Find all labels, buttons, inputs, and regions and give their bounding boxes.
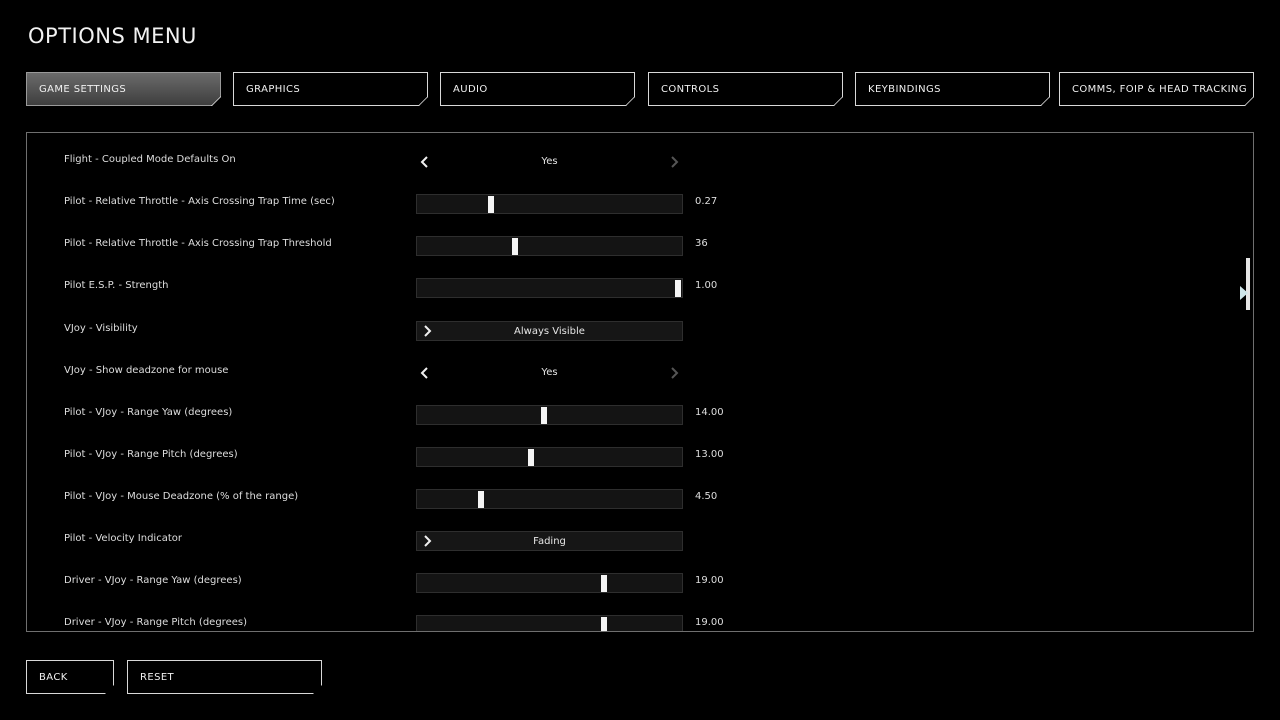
slider-value: 36 bbox=[695, 238, 708, 249]
setting-label: Pilot - Relative Throttle - Axis Crossin… bbox=[64, 196, 335, 207]
settings-panel: Flight - Coupled Mode Defaults On Yes Pi… bbox=[26, 132, 1254, 632]
slider-track[interactable] bbox=[416, 615, 683, 631]
setting-label: Flight - Coupled Mode Defaults On bbox=[64, 154, 236, 165]
tab-label: KEYBINDINGS bbox=[868, 83, 941, 95]
slider-track[interactable] bbox=[416, 447, 683, 467]
setting-row-driver-vjoy-range-pitch: Driver - VJoy - Range Pitch (degrees) 19… bbox=[27, 615, 1253, 631]
setting-row-relative-throttle-trap-threshold: Pilot - Relative Throttle - Axis Crossin… bbox=[27, 236, 1253, 256]
slider-track[interactable] bbox=[416, 236, 683, 256]
setting-label: Pilot - VJoy - Range Yaw (degrees) bbox=[64, 407, 233, 418]
tab-game-settings[interactable]: GAME SETTINGS bbox=[26, 72, 221, 106]
chevron-right-icon[interactable] bbox=[667, 155, 681, 169]
setting-row-vjoy-visibility: VJoy - Visibility Always Visible bbox=[27, 321, 1253, 341]
chevron-right-icon[interactable] bbox=[667, 366, 681, 380]
setting-row-driver-vjoy-range-yaw: Driver - VJoy - Range Yaw (degrees) 19.0… bbox=[27, 573, 1253, 593]
select-value: Always Visible bbox=[514, 326, 585, 337]
slider-thumb[interactable] bbox=[540, 407, 547, 424]
slider-thumb[interactable] bbox=[512, 238, 519, 255]
slider-thumb[interactable] bbox=[600, 617, 607, 631]
slider-track[interactable] bbox=[416, 489, 683, 509]
setting-row-pilot-velocity-indicator: Pilot - Velocity Indicator Fading bbox=[27, 531, 1253, 551]
panel-scrollbar[interactable] bbox=[1238, 132, 1254, 632]
slider-track[interactable] bbox=[416, 194, 683, 214]
tab-label: AUDIO bbox=[453, 83, 488, 95]
tab-label: CONTROLS bbox=[661, 83, 720, 95]
setting-row-pilot-vjoy-range-yaw: Pilot - VJoy - Range Yaw (degrees) 14.00 bbox=[27, 405, 1253, 425]
setting-row-flight-coupled-mode: Flight - Coupled Mode Defaults On Yes bbox=[27, 152, 1253, 172]
setting-row-relative-throttle-trap-time: Pilot - Relative Throttle - Axis Crossin… bbox=[27, 194, 1253, 214]
slider-thumb[interactable] bbox=[488, 196, 495, 213]
setting-row-pilot-vjoy-mouse-deadzone: Pilot - VJoy - Mouse Deadzone (% of the … bbox=[27, 489, 1253, 509]
slider-value: 1.00 bbox=[695, 280, 718, 291]
setting-label: Pilot - Relative Throttle - Axis Crossin… bbox=[64, 238, 332, 249]
slider-value: 4.50 bbox=[695, 491, 718, 502]
slider-value: 0.27 bbox=[695, 196, 718, 207]
tab-comms-foip-head-tracking[interactable]: COMMS, FOIP & HEAD TRACKING bbox=[1059, 72, 1254, 106]
reset-button-label: RESET bbox=[140, 671, 175, 683]
slider-track[interactable] bbox=[416, 405, 683, 425]
setting-label: Pilot - VJoy - Mouse Deadzone (% of the … bbox=[64, 491, 299, 502]
back-button-label: BACK bbox=[39, 671, 68, 683]
tab-bar: GAME SETTINGS GRAPHICS AUDIO CONTROLS KE… bbox=[26, 72, 1254, 106]
setting-label: Driver - VJoy - Range Pitch (degrees) bbox=[64, 617, 247, 628]
tab-label: GRAPHICS bbox=[246, 83, 301, 95]
setting-row-pilot-vjoy-range-pitch: Pilot - VJoy - Range Pitch (degrees) 13.… bbox=[27, 447, 1253, 467]
tab-keybindings[interactable]: KEYBINDINGS bbox=[855, 72, 1050, 106]
stepper-value: Yes bbox=[541, 156, 558, 167]
tab-controls[interactable]: CONTROLS bbox=[648, 72, 843, 106]
slider-thumb[interactable] bbox=[527, 449, 534, 466]
tab-label: GAME SETTINGS bbox=[39, 83, 127, 95]
setting-label: VJoy - Visibility bbox=[64, 323, 138, 334]
slider-thumb[interactable] bbox=[600, 575, 607, 592]
slider-thumb[interactable] bbox=[675, 280, 682, 297]
setting-label: VJoy - Show deadzone for mouse bbox=[64, 365, 229, 376]
reset-button[interactable]: RESET bbox=[127, 660, 322, 694]
option-stepper: Yes bbox=[416, 363, 683, 383]
tab-audio[interactable]: AUDIO bbox=[440, 72, 635, 106]
scrollbar-thumb[interactable] bbox=[1246, 258, 1250, 310]
select-value: Fading bbox=[533, 536, 566, 547]
setting-row-vjoy-deadzone-mouse: VJoy - Show deadzone for mouse Yes bbox=[27, 363, 1253, 383]
option-stepper: Yes bbox=[416, 152, 683, 172]
tab-label: COMMS, FOIP & HEAD TRACKING bbox=[1072, 83, 1247, 95]
slider-value: 14.00 bbox=[695, 407, 724, 418]
setting-label: Pilot - Velocity Indicator bbox=[64, 533, 182, 544]
option-select[interactable]: Fading bbox=[416, 531, 683, 551]
slider-value: 19.00 bbox=[695, 617, 724, 628]
slider-track[interactable] bbox=[416, 278, 683, 298]
setting-label: Driver - VJoy - Range Yaw (degrees) bbox=[64, 575, 242, 586]
back-button[interactable]: BACK bbox=[26, 660, 114, 694]
option-select[interactable]: Always Visible bbox=[416, 321, 683, 341]
tab-graphics[interactable]: GRAPHICS bbox=[233, 72, 428, 106]
setting-label: Pilot - VJoy - Range Pitch (degrees) bbox=[64, 449, 238, 460]
slider-track[interactable] bbox=[416, 573, 683, 593]
slider-value: 19.00 bbox=[695, 575, 724, 586]
setting-label: Pilot E.S.P. - Strength bbox=[64, 280, 169, 291]
slider-value: 13.00 bbox=[695, 449, 724, 460]
slider-thumb[interactable] bbox=[477, 491, 484, 508]
page-title: OPTIONS MENU bbox=[28, 24, 197, 48]
setting-row-esp-strength: Pilot E.S.P. - Strength 1.00 bbox=[27, 278, 1253, 298]
stepper-value: Yes bbox=[541, 367, 558, 378]
caret-right-icon bbox=[1240, 286, 1248, 300]
